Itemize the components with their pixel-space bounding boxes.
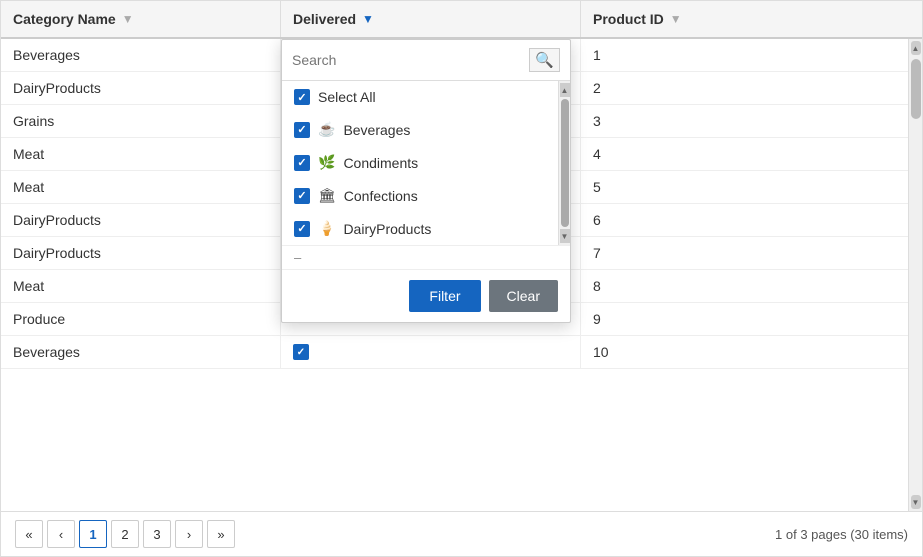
cell-category: DairyProducts bbox=[1, 237, 281, 269]
label-beverages: Beverages bbox=[343, 122, 410, 138]
cell-product-id: 5 bbox=[581, 171, 922, 203]
label-condiments: Condiments bbox=[343, 155, 418, 171]
cell-product-id: 4 bbox=[581, 138, 922, 170]
page-3-button[interactable]: 3 bbox=[143, 520, 171, 548]
filter-button[interactable]: Filter bbox=[409, 280, 480, 312]
dropdown-buttons: Filter Clear bbox=[282, 269, 570, 322]
cell-category: DairyProducts bbox=[1, 72, 281, 104]
dropdown-scroll-down[interactable]: ▼ bbox=[560, 229, 570, 243]
filter-dropdown: 🔍 Select All ☕ Beverages bbox=[281, 39, 571, 323]
delivered-checkbox[interactable] bbox=[293, 344, 309, 360]
table-row: Beverages 10 bbox=[1, 336, 922, 369]
checkbox-select-all[interactable] bbox=[294, 89, 310, 105]
dropdown-item-dairy[interactable]: 🍦 DairyProducts bbox=[282, 212, 558, 245]
dropdown-list: Select All ☕ Beverages 🌿 Condiments bbox=[282, 81, 570, 245]
label-select-all: Select All bbox=[318, 89, 376, 105]
dropdown-scroll-thumb[interactable] bbox=[561, 99, 569, 227]
search-icon[interactable]: 🔍 bbox=[529, 48, 560, 72]
pagination-controls: « ‹ 1 2 3 › » bbox=[15, 520, 235, 548]
main-table: Category Name ▼ Delivered ▼ Product ID ▼… bbox=[0, 0, 923, 557]
cell-category: Produce bbox=[1, 303, 281, 335]
prev-page-button[interactable]: ‹ bbox=[47, 520, 75, 548]
dropdown-scrollbar[interactable]: ▲ ▼ bbox=[558, 81, 570, 245]
cell-category: Meat bbox=[1, 270, 281, 302]
cell-category: Meat bbox=[1, 171, 281, 203]
checkbox-condiments[interactable] bbox=[294, 155, 310, 171]
th-category: Category Name ▼ bbox=[1, 1, 281, 37]
last-page-button[interactable]: » bbox=[207, 520, 235, 548]
checkbox-beverages[interactable] bbox=[294, 122, 310, 138]
th-productid-label: Product ID bbox=[593, 11, 664, 27]
cell-category: DairyProducts bbox=[1, 204, 281, 236]
vertical-scrollbar[interactable]: ▲ ▼ bbox=[908, 39, 922, 511]
th-category-label: Category Name bbox=[13, 11, 116, 27]
delivered-filter-icon[interactable]: ▼ bbox=[362, 12, 374, 26]
cell-product-id: 1 bbox=[581, 39, 922, 71]
scroll-thumb[interactable] bbox=[911, 59, 921, 119]
pagination-bar: « ‹ 1 2 3 › » 1 of 3 pages (30 items) bbox=[1, 511, 922, 556]
dairy-icon: 🍦 bbox=[318, 220, 335, 237]
productid-filter-icon[interactable]: ▼ bbox=[670, 12, 682, 26]
checkbox-dairy[interactable] bbox=[294, 221, 310, 237]
cell-product-id: 6 bbox=[581, 204, 922, 236]
beverages-icon: ☕ bbox=[318, 121, 335, 138]
cell-category: Beverages bbox=[1, 336, 281, 368]
th-delivered-label: Delivered bbox=[293, 11, 356, 27]
table-header: Category Name ▼ Delivered ▼ Product ID ▼ bbox=[1, 1, 922, 39]
table-body: Beverages 1 DairyProducts 2 Grains 3 Meat 4 Meat… bbox=[1, 39, 922, 511]
dropdown-item-condiments[interactable]: 🌿 Condiments bbox=[282, 146, 558, 179]
search-input[interactable] bbox=[292, 52, 523, 68]
page-info: 1 of 3 pages (30 items) bbox=[775, 527, 908, 542]
cell-product-id: 3 bbox=[581, 105, 922, 137]
next-page-button[interactable]: › bbox=[175, 520, 203, 548]
label-confections: Confections bbox=[344, 188, 418, 204]
category-filter-icon[interactable]: ▼ bbox=[122, 12, 134, 26]
cell-delivered bbox=[281, 336, 581, 368]
th-productid: Product ID ▼ bbox=[581, 1, 922, 37]
cell-product-id: 2 bbox=[581, 72, 922, 104]
cell-product-id: 7 bbox=[581, 237, 922, 269]
cell-category: Meat bbox=[1, 138, 281, 170]
th-delivered: Delivered ▼ bbox=[281, 1, 581, 37]
dropdown-footer-text: – bbox=[282, 245, 570, 269]
dropdown-item-confections[interactable]: 🏛 Confections bbox=[282, 179, 558, 212]
checkbox-confections[interactable] bbox=[294, 188, 310, 204]
dropdown-search-bar: 🔍 bbox=[282, 40, 570, 81]
cell-category: Grains bbox=[1, 105, 281, 137]
condiments-icon: 🌿 bbox=[318, 154, 335, 171]
label-dairy: DairyProducts bbox=[343, 221, 431, 237]
page-2-button[interactable]: 2 bbox=[111, 520, 139, 548]
confections-icon: 🏛 bbox=[318, 187, 336, 204]
dropdown-scroll-up[interactable]: ▲ bbox=[560, 83, 570, 97]
cell-product-id: 9 bbox=[581, 303, 922, 335]
footer-dash: – bbox=[294, 250, 301, 265]
cell-product-id: 8 bbox=[581, 270, 922, 302]
first-page-button[interactable]: « bbox=[15, 520, 43, 548]
cell-product-id: 10 bbox=[581, 336, 922, 368]
dropdown-item-select-all[interactable]: Select All bbox=[282, 81, 558, 113]
scroll-up-arrow[interactable]: ▲ bbox=[911, 41, 921, 55]
dropdown-items: Select All ☕ Beverages 🌿 Condiments bbox=[282, 81, 558, 245]
scroll-down-arrow[interactable]: ▼ bbox=[911, 495, 921, 509]
clear-button[interactable]: Clear bbox=[489, 280, 558, 312]
cell-category: Beverages bbox=[1, 39, 281, 71]
dropdown-item-beverages[interactable]: ☕ Beverages bbox=[282, 113, 558, 146]
page-1-button[interactable]: 1 bbox=[79, 520, 107, 548]
